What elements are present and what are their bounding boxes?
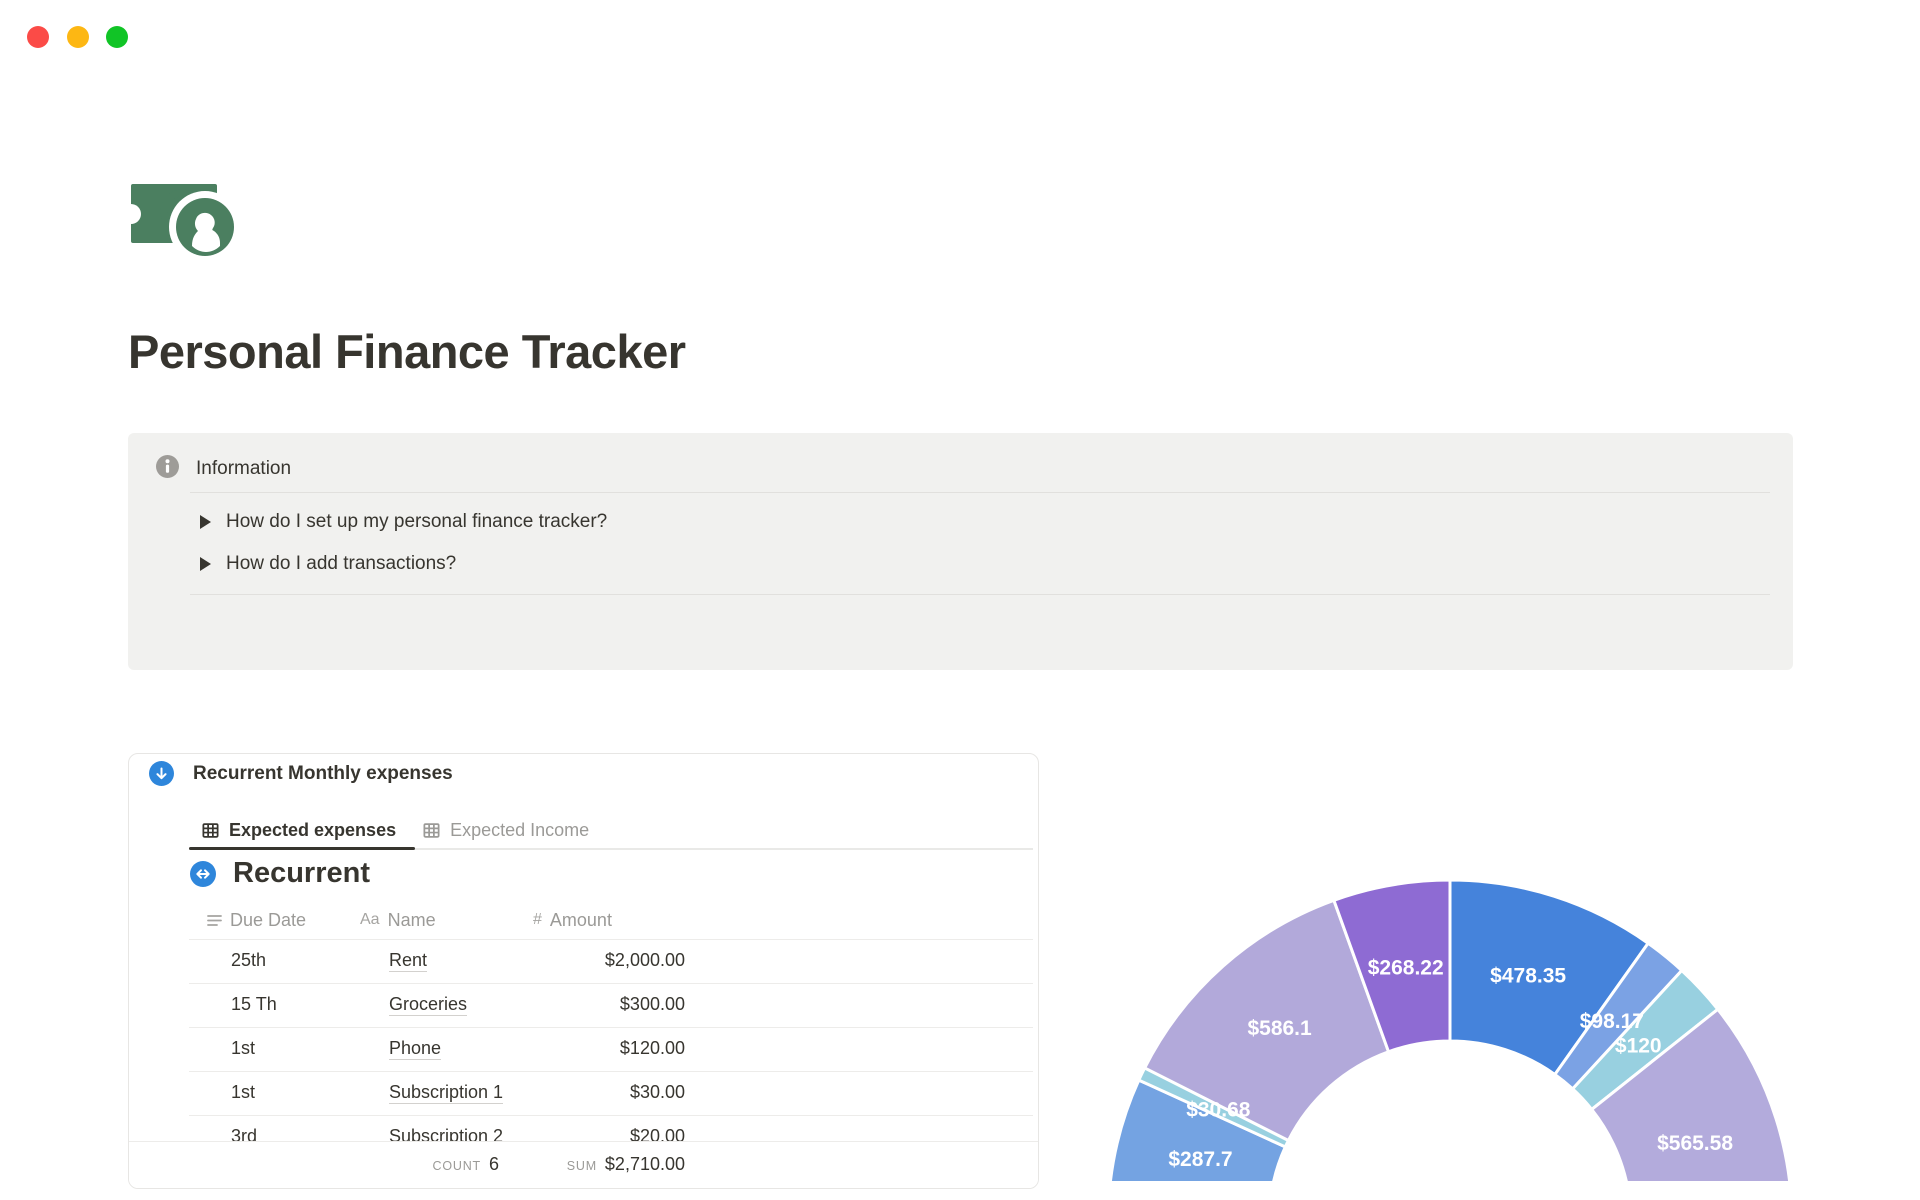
toggle-item[interactable]: How do I set up my personal finance trac… [200, 505, 607, 539]
database-title: Recurrent [233, 857, 370, 889]
page-icon money-icon[interactable] [121, 180, 241, 264]
table-row: 25th Rent $2,000.00 [129, 939, 1038, 984]
due-date-cell[interactable]: 1st [231, 1082, 255, 1103]
sum-value: $2,710.00 [604, 1154, 685, 1174]
card-header-toggle[interactable]: Recurrent Monthly expenses [149, 761, 453, 786]
donut-segment-label: $30.68 [1186, 1098, 1251, 1121]
toggle-item[interactable]: How do I add transactions? [200, 547, 456, 581]
count-label: COUNT [432, 1159, 481, 1173]
divider [190, 492, 1770, 493]
name-cell[interactable]: Phone [389, 1038, 442, 1060]
active-tab-indicator [189, 846, 415, 850]
sum-label: SUM [566, 1159, 597, 1173]
circle-down-arrow-icon [149, 761, 174, 786]
column-label: Name [387, 909, 436, 930]
name-cell[interactable]: Groceries [389, 994, 468, 1016]
close-button[interactable] [27, 26, 49, 48]
page-link[interactable]: Subscription 1 [389, 1082, 504, 1104]
divider [190, 594, 1770, 595]
donut-segment-label: $586.1 [1247, 1017, 1312, 1040]
donut-segment-label: $268.22 [1368, 956, 1444, 979]
amount-cell[interactable]: $120.00 [620, 1038, 685, 1059]
donut-segment-label: $565.58 [1657, 1132, 1733, 1155]
page-link[interactable]: Phone [389, 1038, 442, 1060]
column-header-name[interactable]: Aa Name [360, 901, 436, 939]
database-heading-link[interactable]: Recurrent [190, 857, 370, 890]
column-label: Amount [549, 909, 612, 930]
amount-cell[interactable]: $30.00 [630, 1082, 685, 1103]
table-row: 1st Subscription 1 $30.00 [129, 1071, 1038, 1116]
table-row: 1st Phone $120.00 [129, 1027, 1038, 1072]
amount-cell[interactable]: $300.00 [620, 994, 685, 1015]
page-title[interactable]: Personal Finance Tracker [128, 324, 686, 379]
callout-title: Information [196, 458, 292, 479]
toggle-label: How do I set up my personal finance trac… [226, 511, 608, 532]
table-footer: COUNT 6 SUM $2,710.00 [129, 1141, 1038, 1188]
recurrent-expenses-card: Recurrent Monthly expenses Expected expe… [128, 753, 1039, 1189]
circle-left-right-arrow-icon [190, 860, 216, 887]
amount-cell[interactable]: $2,000.00 [605, 950, 685, 971]
page-link[interactable]: Groceries [389, 994, 468, 1016]
due-date-cell[interactable]: 1st [231, 1038, 255, 1059]
count-aggregate[interactable]: COUNT 6 [433, 1154, 499, 1175]
donut-segment-label: $98.17 [1580, 1010, 1644, 1033]
name-cell[interactable]: Subscription 1 [389, 1082, 504, 1104]
table-icon [201, 821, 220, 840]
toggle-arrow-icon [200, 515, 211, 529]
donut-segment-label: $120 [1615, 1035, 1662, 1058]
info-icon [156, 455, 179, 483]
column-header-due-date[interactable]: Due Date [207, 901, 306, 939]
toggle-arrow-icon [200, 557, 211, 571]
zoom-button[interactable] [106, 26, 128, 48]
donut-segment-label: $287.7 [1168, 1148, 1232, 1171]
table-icon [422, 821, 441, 840]
toggle-label: How do I add transactions? [226, 553, 457, 574]
page-link[interactable]: Rent [389, 950, 428, 972]
number-icon: # [533, 911, 542, 928]
tab-label: Expected expenses [229, 820, 397, 840]
expenses-donut-chart: $478.35 $98.17 $120 $565.58 $287.7 $30.68 $586… [1095, 700, 1805, 1181]
select-icon [207, 914, 222, 927]
due-date-cell[interactable]: 25th [231, 950, 266, 971]
column-header-amount[interactable]: # Amount [533, 901, 612, 939]
tab-label: Expected Income [450, 820, 590, 840]
minimize-button[interactable] [67, 26, 89, 48]
card-title: Recurrent Monthly expenses [193, 762, 453, 784]
due-date-cell[interactable]: 15 Th [231, 994, 277, 1015]
donut-segment-label: $478.35 [1490, 965, 1566, 988]
info-callout: Information How do I set up my personal … [128, 433, 1793, 1073]
column-label: Due Date [230, 909, 307, 930]
text-icon: Aa [360, 911, 380, 928]
name-cell[interactable]: Rent [389, 950, 428, 972]
count-value: 6 [488, 1154, 499, 1174]
sum-aggregate[interactable]: SUM $2,710.00 [567, 1154, 685, 1175]
table-row: 15 Th Groceries $300.00 [129, 983, 1038, 1028]
